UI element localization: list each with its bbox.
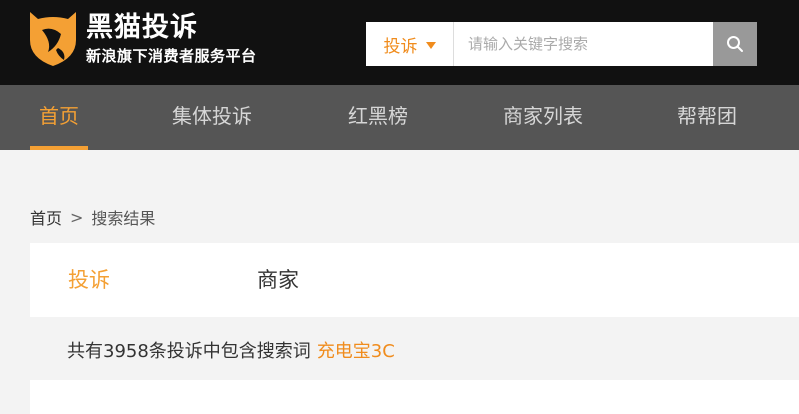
tab-complaints[interactable]: 投诉 — [68, 243, 110, 317]
caret-down-icon — [425, 41, 436, 49]
nav-active-indicator — [30, 146, 88, 150]
cat-shield-logo-icon — [30, 12, 76, 66]
search-type-label: 投诉 — [383, 36, 418, 57]
result-summary: 共有3958条投诉中包含搜索词 — [67, 341, 311, 362]
nav-item-merchant-list[interactable]: 商家列表 — [497, 85, 589, 150]
result-tabs: 投诉 商家 — [30, 243, 799, 317]
search-type-dropdown[interactable]: 投诉 — [366, 22, 454, 66]
nav-item-home[interactable]: 首页 — [30, 85, 88, 150]
nav-item-group-complaints[interactable]: 集体投诉 — [166, 85, 258, 150]
breadcrumb: 首页 > 搜索结果 — [30, 205, 155, 229]
breadcrumb-separator: > — [70, 207, 84, 227]
logo-text: 黑猫投诉 新浪旗下消费者服务平台 — [86, 12, 257, 66]
site-logo[interactable]: 黑猫投诉 新浪旗下消费者服务平台 — [28, 10, 257, 68]
logo-title: 黑猫投诉 — [86, 12, 198, 43]
top-header: 黑猫投诉 新浪旗下消费者服务平台 投诉 — [0, 0, 799, 85]
result-count: 共有3958条投诉中包含搜索词 充电宝3C — [67, 337, 395, 363]
result-card[interactable] — [30, 380, 799, 414]
search-input[interactable] — [454, 22, 713, 66]
search-keyword: 充电宝3C — [316, 341, 395, 362]
tab-merchants[interactable]: 商家 — [257, 243, 299, 317]
search-icon — [727, 36, 743, 52]
search-bar: 投诉 — [366, 22, 757, 66]
nav-item-red-black-list[interactable]: 红黑榜 — [344, 85, 412, 150]
breadcrumb-current: 搜索结果 — [91, 209, 156, 228]
breadcrumb-home[interactable]: 首页 — [30, 205, 62, 229]
logo-subtitle: 新浪旗下消费者服务平台 — [86, 47, 257, 65]
main-nav: 首页 集体投诉 红黑榜 商家列表 帮帮团 — [0, 85, 799, 150]
nav-item-help-group[interactable]: 帮帮团 — [673, 85, 741, 150]
search-button[interactable] — [713, 22, 757, 66]
